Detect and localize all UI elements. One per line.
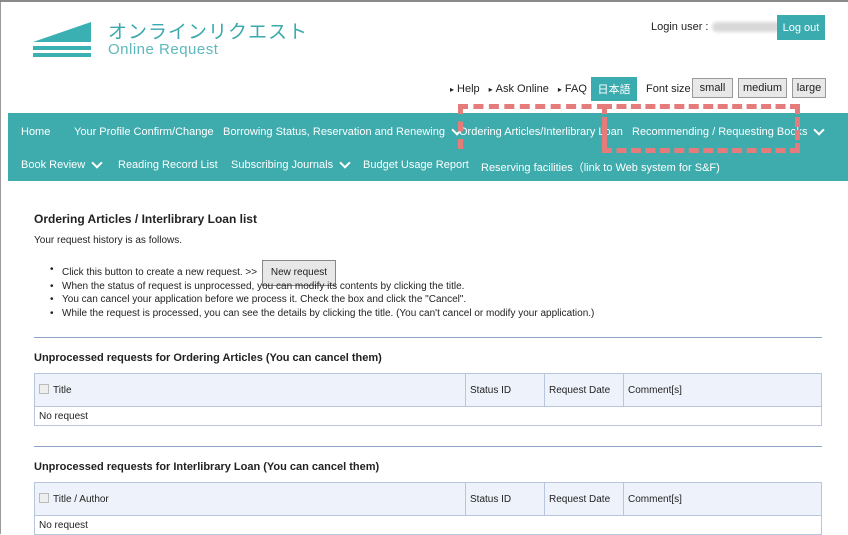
column-status-id: Status ID [465,482,545,516]
site-logo-icon[interactable] [33,22,91,58]
logout-button[interactable]: Log out [777,15,825,40]
help-link[interactable]: Help [450,83,480,95]
chevron-down-icon [339,157,351,169]
highlight-box-left [458,104,607,149]
table-header-row: Title Status ID Request Date Comment[s] [34,373,822,407]
instruction-list: Click this button to create a new reques… [50,260,594,321]
nav-subscribing-journals[interactable]: Subscribing Journals [231,157,351,171]
nav-reading-record[interactable]: Reading Record List [118,159,218,171]
top-border [0,0,848,2]
logo-bar-icon [33,53,91,57]
intro-text: Your request history is as follows. [34,235,183,246]
column-comments: Comment[s] [623,482,822,516]
list-item: While the request is processed, you can … [50,307,594,321]
nav-reserving-facilities[interactable]: Reserving facilities（link to Web system … [481,159,720,175]
column-title-label: Title [53,385,72,396]
column-status-id: Status ID [465,373,545,407]
nav-profile[interactable]: Your Profile Confirm/Change [74,126,214,138]
login-user: Login user : [651,21,781,33]
table-header-row: Title / Author Status ID Request Date Co… [34,482,822,516]
logo-triangle-icon [33,22,91,42]
font-size-label: Font size [646,83,691,95]
chevron-down-icon [813,124,826,136]
section-divider [34,337,822,338]
column-title-author-label: Title / Author [53,494,109,505]
empty-row-text: No request [34,515,822,535]
chevron-down-icon [91,157,103,169]
section-divider [34,446,822,447]
nav-book-review-label: Book Review [21,159,86,171]
faq-link[interactable]: FAQ [558,83,587,95]
column-request-date: Request Date [544,373,624,407]
empty-row-text: No request [34,406,822,426]
interlibrary-loan-heading: Unprocessed requests for Interlibrary Lo… [34,461,380,473]
highlight-box-right [602,104,800,153]
brand-title-en: Online Request [108,41,219,58]
nav-home[interactable]: Home [21,126,50,138]
font-size-small-button[interactable]: small [692,78,733,98]
nav-subscribing-journals-label: Subscribing Journals [231,159,334,171]
column-request-date: Request Date [544,482,624,516]
column-title-author: Title / Author [34,482,466,516]
nav-borrowing-status[interactable]: Borrowing Status, Reservation and Renewi… [223,124,463,138]
list-item: Click this button to create a new reques… [50,260,594,286]
font-size-large-button[interactable]: large [792,78,826,98]
table-row: No request [34,515,822,535]
font-size-medium-button[interactable]: medium [738,78,787,98]
nav-borrowing-status-label: Borrowing Status, Reservation and Renewi… [223,126,445,138]
table-row: No request [34,406,822,426]
list-item: You can cancel your application before w… [50,293,594,307]
ordering-articles-heading: Unprocessed requests for Ordering Articl… [34,352,382,364]
login-user-name-redacted [712,22,781,33]
instruction-1-text: Click this button to create a new reques… [62,267,258,278]
nav-budget-usage[interactable]: Budget Usage Report [363,159,469,171]
select-all-checkbox[interactable] [39,384,49,394]
utility-links: Help Ask Online FAQ [450,78,596,100]
brand-title-jp: オンラインリクエスト [108,22,309,43]
ordering-articles-table: Title Status ID Request Date Comment[s] … [34,373,822,426]
logo-bar-icon [33,46,91,50]
nav-book-review[interactable]: Book Review [21,157,103,171]
select-all-checkbox[interactable] [39,493,49,503]
column-comments: Comment[s] [623,373,822,407]
ask-online-link[interactable]: Ask Online [489,83,549,95]
interlibrary-loan-table: Title / Author Status ID Request Date Co… [34,482,822,535]
highlight-box-divider [602,104,607,153]
page-title: Ordering Articles / Interlibrary Loan li… [34,212,257,226]
login-user-label: Login user : [651,21,709,33]
list-item: When the status of request is unprocesse… [50,280,594,294]
japanese-language-button[interactable]: 日本語 [591,77,637,101]
column-title: Title [34,373,466,407]
